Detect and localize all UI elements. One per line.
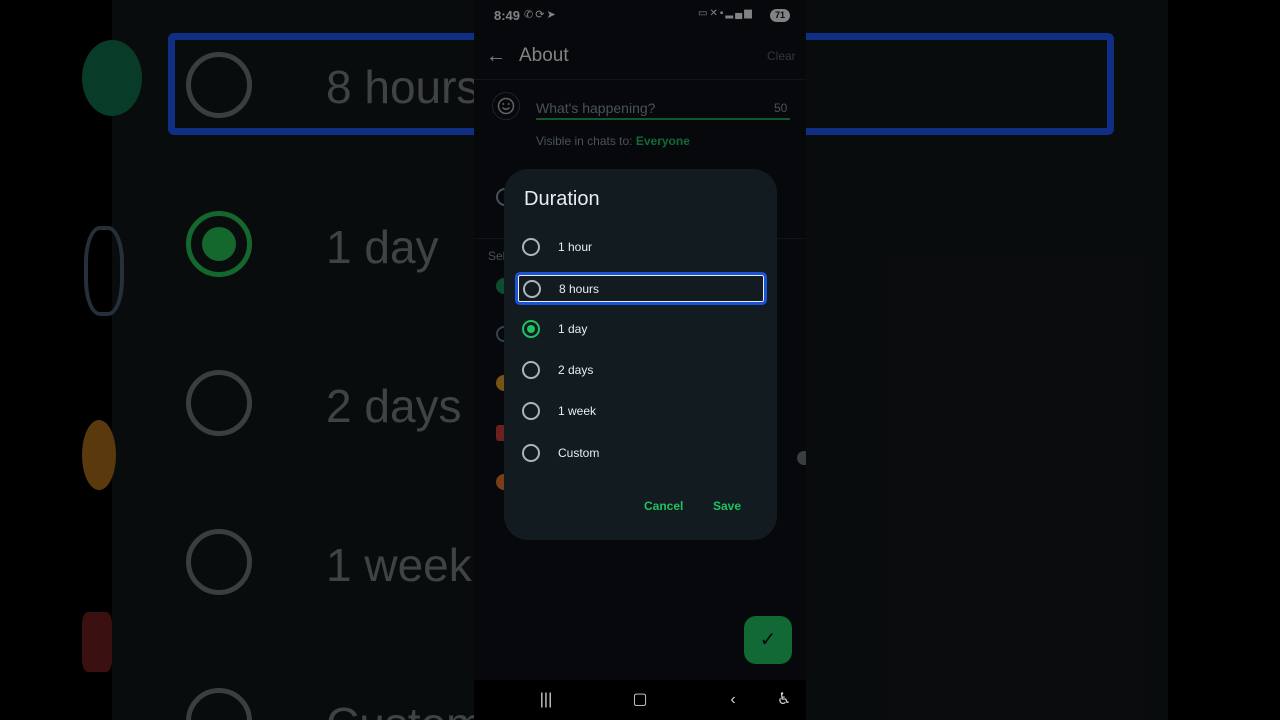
home-icon[interactable]: ▢ — [626, 688, 654, 712]
clear-button[interactable]: Clear — [767, 49, 796, 63]
back-icon[interactable]: ‹ — [719, 688, 747, 712]
radio-button[interactable] — [522, 361, 540, 379]
confirm-fab[interactable]: ✓ — [744, 616, 792, 664]
system-icons: ▭✕▪▂▄▆ — [698, 8, 754, 19]
accessibility-icon[interactable]: ♿ — [770, 688, 798, 712]
option-label: Custom — [558, 446, 600, 460]
mute-icon: ✕ — [709, 8, 720, 19]
visibility-label: Visible in chats to: — [536, 134, 633, 148]
emoji-button[interactable] — [492, 92, 520, 120]
check-icon: ✓ — [759, 629, 777, 651]
option-1-week[interactable]: 1 week — [518, 398, 764, 425]
section-label-partial: Sel — [488, 249, 506, 263]
status-bar: 8:49 ✆⟳➤ ▭✕▪▂▄▆ 71 — [474, 0, 806, 32]
save-button[interactable]: Save — [713, 499, 741, 513]
phone-screen: 8:49 ✆⟳➤ ▭✕▪▂▄▆ 71 ← About Clear 50 Visi… — [474, 0, 806, 720]
dialog-title: Duration — [524, 188, 600, 210]
radio-button[interactable] — [522, 402, 540, 420]
sync-icon: ⟳ — [535, 9, 547, 21]
duration-dialog: Duration 1 hour 8 hours 1 day 2 days 1 w… — [504, 169, 777, 540]
radio-button[interactable] — [522, 444, 540, 462]
whatsapp-icon: ✆ — [524, 9, 536, 21]
visibility-line: Visible in chats to: Everyone — [536, 134, 690, 148]
option-1-hour[interactable]: 1 hour — [518, 234, 764, 261]
visibility-value[interactable]: Everyone — [636, 134, 690, 148]
recent-apps-icon[interactable]: ||| — [532, 688, 560, 712]
notification-icons: ✆⟳➤ — [524, 8, 558, 21]
cast-icon: ▭ — [698, 8, 710, 19]
option-label: 2 days — [558, 363, 594, 377]
option-1-day[interactable]: 1 day — [518, 316, 764, 343]
option-custom[interactable]: Custom — [518, 440, 764, 467]
smiley-icon — [497, 97, 515, 115]
option-label: 1 hour — [558, 240, 593, 254]
option-8-hours[interactable]: 8 hours — [515, 272, 767, 305]
page-title: About — [519, 45, 569, 66]
back-arrow-icon[interactable]: ← — [484, 44, 508, 68]
status-time: 8:49 — [494, 8, 521, 23]
system-nav-bar: ||| ▢ ‹ ♿ — [474, 680, 806, 720]
option-label: 1 day — [558, 322, 588, 336]
radio-button-checked[interactable] — [522, 320, 540, 338]
radio-button[interactable] — [523, 280, 541, 298]
battery-icon: 71 — [770, 9, 790, 22]
telegram-icon: ➤ — [546, 9, 558, 21]
option-label: 8 hours — [559, 282, 600, 296]
about-input[interactable] — [536, 98, 790, 120]
scroll-indicator[interactable] — [797, 451, 806, 465]
divider — [474, 79, 806, 80]
char-counter: 50 — [774, 101, 788, 115]
option-2-days[interactable]: 2 days — [518, 357, 764, 384]
app-bar: ← About Clear — [474, 32, 806, 80]
option-label: 1 week — [558, 404, 597, 418]
radio-button[interactable] — [522, 238, 540, 256]
cancel-button[interactable]: Cancel — [644, 499, 683, 513]
signal-icon: ▂▄▆ — [725, 8, 754, 19]
